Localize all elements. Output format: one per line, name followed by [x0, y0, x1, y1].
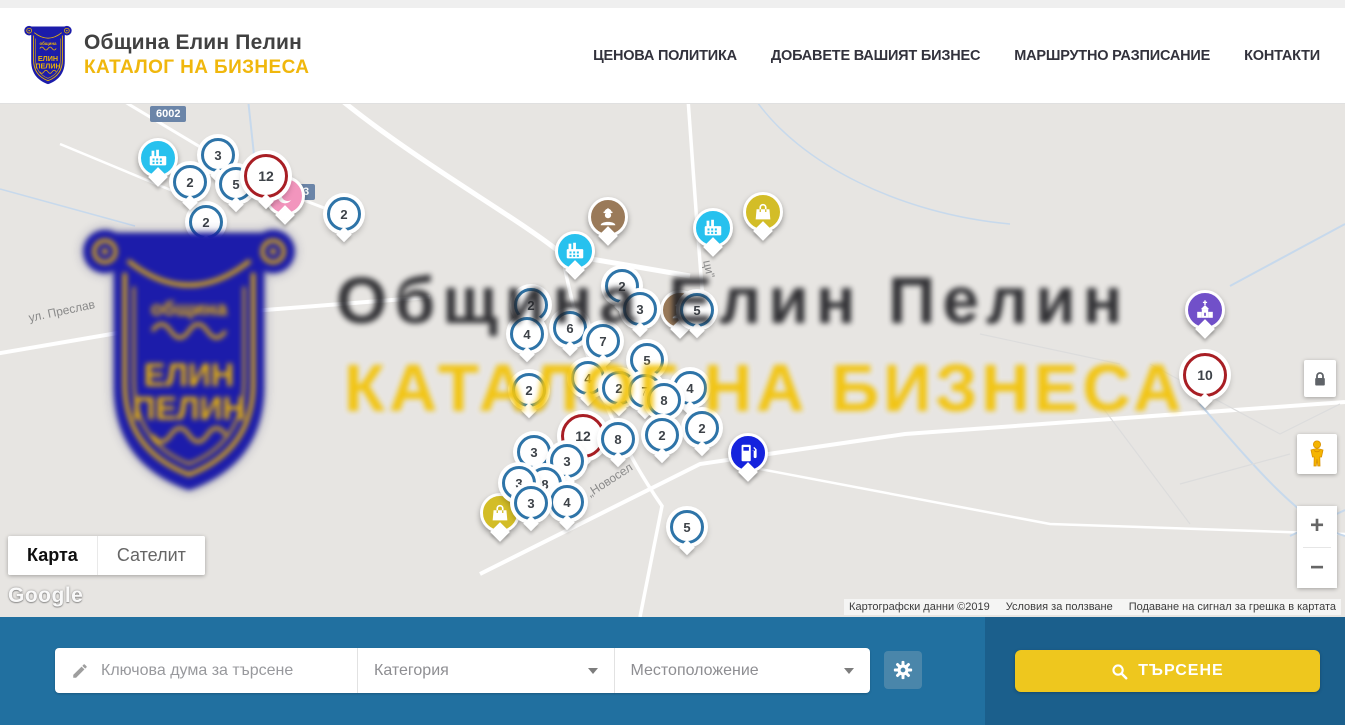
attribution-terms-link[interactable]: Условия за ползване — [1006, 601, 1113, 613]
advanced-search-button[interactable] — [884, 651, 922, 689]
keyword-field-wrap — [55, 648, 357, 693]
svg-text:община: община — [39, 40, 57, 46]
search-submit-label: ТЪРСЕНЕ — [1138, 662, 1223, 680]
cluster-marker[interactable]: 2 — [645, 418, 679, 452]
cluster-marker[interactable]: 7 — [586, 324, 620, 358]
cluster-marker[interactable]: 2 — [189, 205, 223, 239]
chevron-down-icon — [588, 668, 598, 674]
google-logo[interactable]: Google — [8, 584, 83, 608]
cluster-marker[interactable]: 8 — [601, 422, 635, 456]
cluster-marker[interactable]: 5 — [680, 293, 714, 327]
church-pin-marker[interactable] — [1185, 290, 1225, 330]
chevron-down-icon — [844, 668, 854, 674]
filter-bar: Категория Местоположение — [55, 648, 870, 693]
header: община ЕЛИН ПЕЛИН Община Елин Пелин КАТА… — [0, 8, 1345, 104]
nav-item-contacts[interactable]: КОНТАКТИ — [1244, 48, 1320, 64]
cluster-marker[interactable]: 3 — [514, 486, 548, 520]
cluster-marker[interactable]: 8 — [647, 383, 681, 417]
factory-pin-marker[interactable] — [138, 138, 178, 178]
worker-pin-marker[interactable] — [588, 197, 628, 237]
cluster-marker[interactable]: 2 — [512, 373, 546, 407]
category-select-value: Категория — [374, 662, 449, 680]
lock-icon — [1313, 371, 1327, 387]
cluster-marker[interactable]: 5 — [670, 510, 704, 544]
cluster-marker[interactable]: 2 — [685, 411, 719, 445]
search-icon — [1111, 663, 1128, 680]
bag-pin-marker[interactable] — [743, 192, 783, 232]
cluster-marker[interactable]: 4 — [550, 485, 584, 519]
cluster-marker[interactable]: 4 — [510, 317, 544, 351]
search-panel: Категория Местоположение — [0, 617, 1345, 725]
map-type-control: Карта Сателит — [8, 536, 205, 575]
cluster-marker[interactable]: 3 — [623, 292, 657, 326]
pencil-icon — [71, 662, 89, 680]
google-map[interactable]: ул. Преславбул. „Новоселци" 60023 232512… — [0, 104, 1345, 617]
pegman-icon — [1307, 440, 1327, 468]
cluster-marker[interactable]: 2 — [173, 165, 207, 199]
map-type-satellite-button[interactable]: Сателит — [97, 536, 205, 575]
page: община ЕЛИН ПЕЛИН Община Елин Пелин КАТА… — [0, 0, 1345, 725]
main-nav: ЦЕНОВА ПОЛИТИКА ДОБАВЕТЕ ВАШИЯТ БИЗНЕС М… — [593, 8, 1320, 104]
cluster-marker[interactable]: 4 — [571, 361, 605, 395]
site-title: Община Елин Пелин — [84, 31, 309, 55]
attribution-report-error-link[interactable]: Подаване на сигнал за грешка в картата — [1129, 601, 1336, 613]
location-select[interactable]: Местоположение — [614, 648, 871, 693]
map-lock-button[interactable] — [1304, 360, 1336, 397]
cluster-marker[interactable]: 6 — [553, 311, 587, 345]
map-attribution: Картографски данни ©2019 Условия за полз… — [844, 599, 1341, 615]
factory-pin-marker[interactable] — [693, 208, 733, 248]
cluster-marker[interactable]: 3 — [517, 435, 551, 469]
svg-text:ПЕЛИН: ПЕЛИН — [35, 61, 60, 70]
nav-item-pricing[interactable]: ЦЕНОВА ПОЛИТИКА — [593, 48, 737, 64]
map-type-map-button[interactable]: Карта — [8, 536, 97, 575]
municipality-emblem-logo: община ЕЛИН ПЕЛИН — [24, 22, 72, 88]
cluster-marker[interactable]: 5 — [630, 343, 664, 377]
street-view-pegman-button[interactable] — [1297, 434, 1337, 474]
cluster-marker[interactable]: 2 — [327, 197, 361, 231]
search-submit-button[interactable]: ТЪРСЕНЕ — [1015, 650, 1320, 692]
cluster-marker[interactable]: 10 — [1183, 353, 1227, 397]
keyword-search-input[interactable] — [101, 662, 341, 680]
site-subtitle: КАТАЛОГ НА БИЗНЕСА — [84, 57, 309, 79]
site-logo[interactable]: община ЕЛИН ПЕЛИН Община Елин Пелин КАТА… — [24, 22, 309, 88]
top-strip — [0, 0, 1345, 8]
location-select-value: Местоположение — [631, 662, 759, 680]
gear-icon — [892, 659, 914, 681]
nav-item-add-business[interactable]: ДОБАВЕТЕ ВАШИЯТ БИЗНЕС — [771, 48, 980, 64]
factory-pin-marker[interactable] — [555, 231, 595, 271]
zoom-in-button[interactable]: + — [1297, 506, 1337, 547]
zoom-out-button[interactable]: − — [1297, 548, 1337, 589]
category-select[interactable]: Категория — [357, 648, 614, 693]
zoom-control: + − — [1297, 506, 1337, 588]
nav-item-bus-schedule[interactable]: МАРШРУТНО РАЗПИСАНИЕ — [1014, 48, 1210, 64]
fuel-pin-marker[interactable] — [728, 433, 768, 473]
cluster-marker[interactable]: 12 — [244, 154, 288, 198]
attribution-copyright: Картографски данни ©2019 — [849, 601, 990, 613]
